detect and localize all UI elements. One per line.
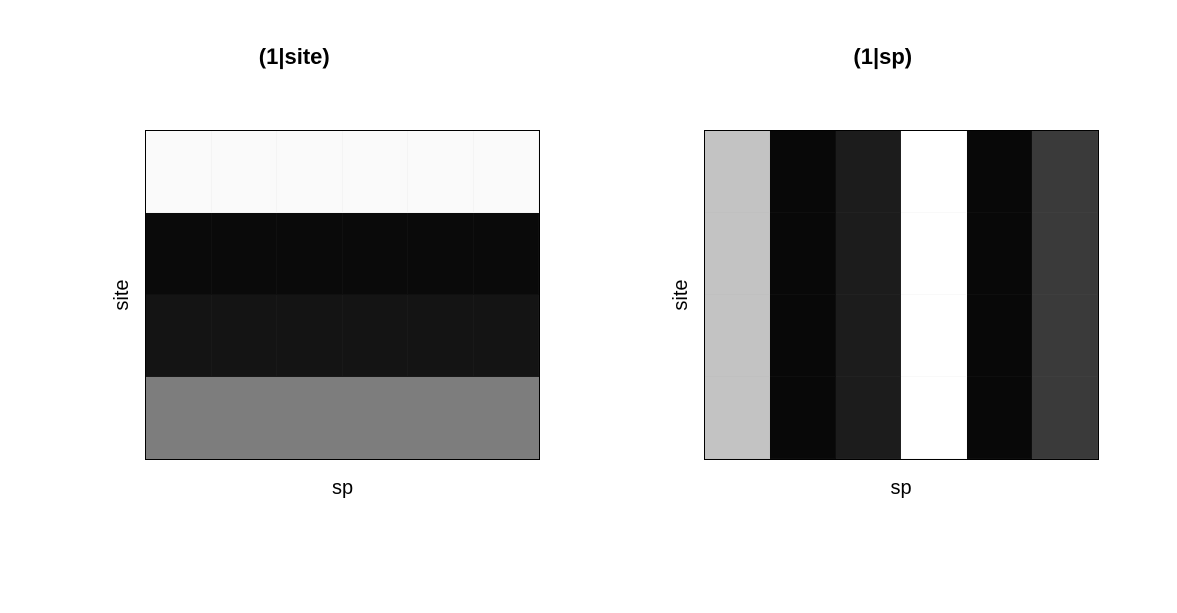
heatmap-row <box>146 131 539 213</box>
plot-left: site sp <box>145 130 540 460</box>
heatmap-cell <box>212 295 278 377</box>
heatmap-cell <box>836 131 902 213</box>
chart-panels: (1|site) site sp (1|sp) site sp <box>0 0 1177 613</box>
heatmap-cell <box>408 295 474 377</box>
heatmap-cell <box>474 377 540 459</box>
heatmap-cell <box>770 131 836 213</box>
heatmap-cell <box>901 131 967 213</box>
heatmap-cell <box>408 377 474 459</box>
heatmap-cell <box>1032 213 1098 295</box>
heatmap-cell <box>836 377 902 459</box>
heatmap-cell <box>836 213 902 295</box>
heatmap-row <box>705 295 1098 377</box>
heatmap-cell <box>277 131 343 213</box>
heatmap-cell <box>343 377 409 459</box>
heatmap-cell <box>705 213 771 295</box>
ylabel-right: site <box>670 279 693 310</box>
heatmap-cell <box>277 213 343 295</box>
heatmap-cell <box>770 295 836 377</box>
heatmap-cell <box>277 295 343 377</box>
heatmap-cell <box>967 377 1033 459</box>
heatmap-left <box>145 130 540 460</box>
heatmap-cell <box>836 295 902 377</box>
panel-1-sp: (1|sp) site sp <box>589 0 1177 613</box>
heatmap-row <box>146 213 539 295</box>
xlabel-left: sp <box>145 477 540 500</box>
heatmap-cell <box>1032 295 1098 377</box>
heatmap-row <box>705 213 1098 295</box>
heatmap-cell <box>967 131 1033 213</box>
plot-right: site sp <box>704 130 1099 460</box>
heatmap-row <box>705 377 1098 459</box>
heatmap-cell <box>770 213 836 295</box>
heatmap-cell <box>343 131 409 213</box>
heatmap-cell <box>770 377 836 459</box>
panel-title-right: (1|sp) <box>589 44 1177 70</box>
panel-title-left: (1|site) <box>0 44 589 70</box>
heatmap-cell <box>474 213 540 295</box>
heatmap-right <box>704 130 1099 460</box>
heatmap-cell <box>1032 131 1098 213</box>
heatmap-cell <box>967 295 1033 377</box>
xlabel-right: sp <box>704 477 1099 500</box>
heatmap-cell <box>1032 377 1098 459</box>
heatmap-cell <box>343 295 409 377</box>
heatmap-cell <box>901 213 967 295</box>
heatmap-cell <box>474 295 540 377</box>
heatmap-cell <box>146 131 212 213</box>
heatmap-cell <box>343 213 409 295</box>
heatmap-cell <box>212 377 278 459</box>
heatmap-cell <box>146 295 212 377</box>
heatmap-cell <box>212 131 278 213</box>
heatmap-cell <box>408 131 474 213</box>
heatmap-cell <box>967 213 1033 295</box>
heatmap-cell <box>146 213 212 295</box>
heatmap-cell <box>277 377 343 459</box>
ylabel-left: site <box>111 279 134 310</box>
heatmap-cell <box>474 131 540 213</box>
heatmap-cell <box>705 377 771 459</box>
heatmap-cell <box>212 213 278 295</box>
heatmap-cell <box>408 213 474 295</box>
heatmap-row <box>146 377 539 459</box>
heatmap-row <box>705 131 1098 213</box>
heatmap-cell <box>901 377 967 459</box>
heatmap-cell <box>705 131 771 213</box>
heatmap-cell <box>146 377 212 459</box>
panel-1-site: (1|site) site sp <box>0 0 589 613</box>
heatmap-row <box>146 295 539 377</box>
heatmap-cell <box>705 295 771 377</box>
heatmap-cell <box>901 295 967 377</box>
